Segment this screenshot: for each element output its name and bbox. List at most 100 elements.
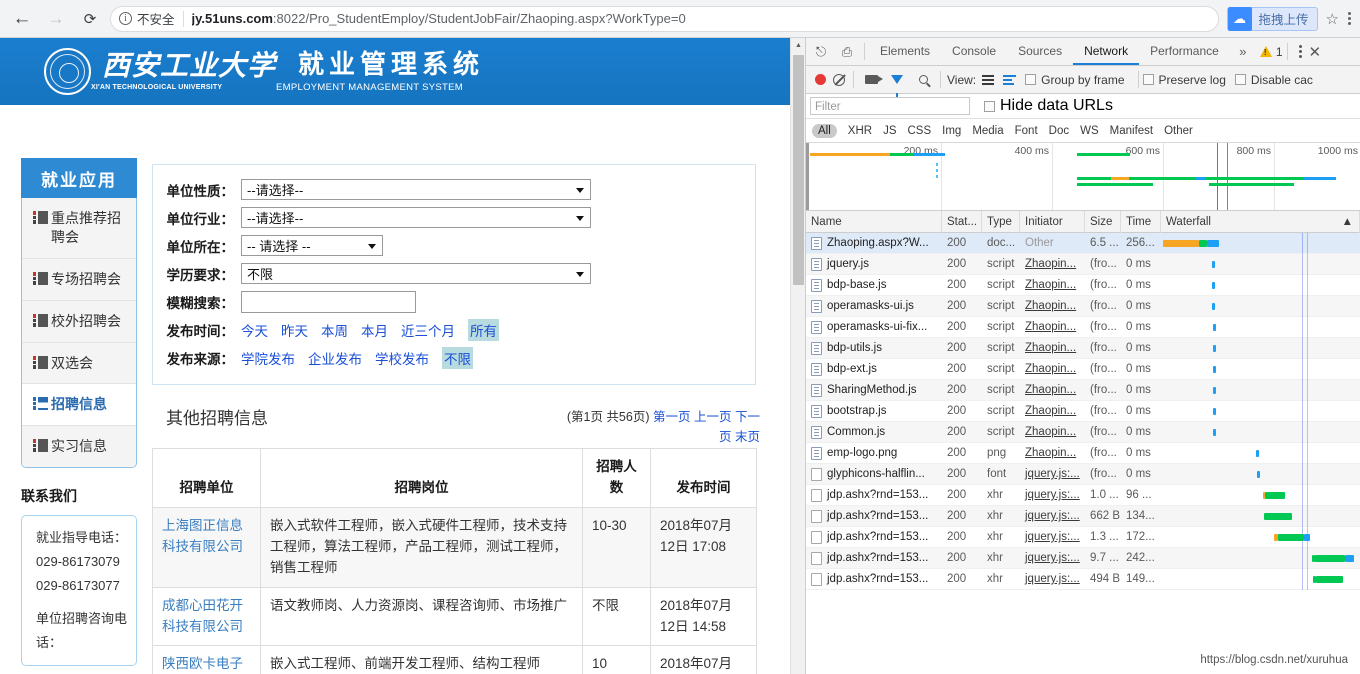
more-tabs-icon[interactable]: »: [1230, 39, 1256, 65]
network-request-row[interactable]: jdp.ashx?rnd=153... 200 xhr jquery.js:... 66…: [806, 505, 1360, 527]
baidu-upload-extension-button[interactable]: ☁ 拖拽上传: [1226, 6, 1318, 31]
publish-time-option-yesterday[interactable]: 昨天: [281, 320, 308, 340]
network-request-row[interactable]: bdp-utils.js 200 script Zhaopin... (fro... 0 …: [806, 337, 1360, 359]
table-row[interactable]: 陕西欧卡电子智能科技有限公司 嵌入式工程师、前端开发工程师、结构工程师 10 2…: [152, 645, 757, 674]
scrollbar-thumb[interactable]: [793, 55, 804, 285]
tab-performance[interactable]: Performance: [1139, 38, 1230, 65]
source-option-unlimited[interactable]: 不限: [442, 346, 473, 369]
device-toolbar-icon[interactable]: ⎙: [834, 39, 860, 65]
publish-time-option-three-months[interactable]: 近三个月: [401, 320, 455, 340]
network-request-row[interactable]: Common.js 200 script Zhaopin... (fro... 0 ms: [806, 421, 1360, 443]
warning-badge[interactable]: 1: [1259, 45, 1283, 59]
inspect-element-icon[interactable]: ⎋: [808, 39, 834, 65]
page-scrollbar[interactable]: ▲: [790, 38, 805, 674]
tab-elements[interactable]: Elements: [869, 38, 941, 65]
initiator-link[interactable]: Zhaopin...: [1025, 405, 1076, 417]
search-icon[interactable]: [910, 67, 936, 93]
network-request-list[interactable]: Zhaoping.aspx?W... 200 doc... Other 6.5 ... 2…: [806, 232, 1360, 590]
tab-sources[interactable]: Sources: [1007, 38, 1073, 65]
hide-data-urls-checkbox[interactable]: Hide data URLs: [984, 97, 1113, 115]
sidebar-item-internship-info[interactable]: 实习信息: [22, 426, 136, 468]
initiator-link[interactable]: Zhaopin...: [1025, 426, 1076, 438]
table-row[interactable]: 成都心田花开科技有限公司 语文教师岗、人力资源岗、课程咨询师、市场推广 不限 2…: [152, 586, 757, 647]
pager-last[interactable]: 末页: [735, 430, 760, 444]
scroll-up-icon[interactable]: ▲: [791, 38, 805, 53]
publish-time-option-all[interactable]: 所有: [468, 318, 499, 341]
sidebar-item-job-info[interactable]: 招聘信息: [22, 384, 136, 427]
network-filter-input[interactable]: Filter: [810, 97, 970, 115]
preserve-log-checkbox[interactable]: Preserve log: [1142, 73, 1226, 87]
sidebar-item-offcampus-fair[interactable]: 校外招聘会: [22, 300, 136, 343]
clear-icon[interactable]: [833, 73, 845, 86]
initiator-link[interactable]: jquery.js:...: [1025, 510, 1080, 522]
type-filter-font[interactable]: Font: [1015, 125, 1038, 137]
column-header-name[interactable]: Name: [806, 210, 942, 233]
network-request-row[interactable]: jdp.ashx?rnd=153... 200 xhr jquery.js:... 1.…: [806, 484, 1360, 506]
browser-menu-icon[interactable]: [1348, 12, 1351, 25]
network-request-row[interactable]: bdp-base.js 200 script Zhaopin... (fro... 0 m…: [806, 274, 1360, 296]
initiator-link[interactable]: Zhaopin...: [1025, 363, 1076, 375]
network-request-row[interactable]: Zhaoping.aspx?W... 200 doc... Other 6.5 ... 2…: [806, 232, 1360, 254]
reload-button[interactable]: ⟳: [76, 5, 104, 33]
network-request-row[interactable]: bootstrap.js 200 script Zhaopin... (fro... 0 …: [806, 400, 1360, 422]
type-filter-doc[interactable]: Doc: [1049, 125, 1069, 137]
pager-first[interactable]: 第一页: [653, 410, 691, 424]
initiator-link[interactable]: Zhaopin...: [1025, 321, 1076, 333]
list-view-icon[interactable]: [982, 74, 995, 85]
address-bar[interactable]: i 不安全 jy.51uns.com:8022/Pro_StudentEmplo…: [110, 5, 1219, 32]
sidebar-item-double-selection[interactable]: 双选会: [22, 342, 136, 385]
type-filter-media[interactable]: Media: [972, 125, 1003, 137]
initiator-link[interactable]: Zhaopin...: [1025, 342, 1076, 354]
site-info-icon[interactable]: i: [119, 12, 132, 25]
screenshot-camera-icon[interactable]: [858, 67, 884, 93]
initiator-link[interactable]: jquery.js:...: [1025, 552, 1080, 564]
type-filter-img[interactable]: Img: [942, 125, 961, 137]
initiator-link[interactable]: Zhaopin...: [1025, 258, 1076, 270]
pager-prev[interactable]: 上一页: [694, 410, 732, 424]
source-option-college[interactable]: 学院发布: [241, 348, 295, 368]
record-icon[interactable]: [815, 74, 826, 85]
network-request-row[interactable]: jdp.ashx?rnd=153... 200 xhr jquery.js:... 9.…: [806, 547, 1360, 569]
network-request-row[interactable]: SharingMethod.js 200 script Zhaopin... (fro.…: [806, 379, 1360, 401]
devtools-menu-icon[interactable]: [1298, 45, 1302, 58]
table-row[interactable]: 上海图正信息科技有限公司 嵌入式软件工程师，嵌入式硬件工程师，技术支持工程师，算…: [152, 506, 757, 588]
column-header-initiator[interactable]: Initiator: [1020, 210, 1085, 233]
type-filter-ws[interactable]: WS: [1080, 125, 1099, 137]
initiator-link[interactable]: Zhaopin...: [1025, 384, 1076, 396]
unit-nature-select[interactable]: --请选择--: [241, 179, 591, 200]
unit-industry-select[interactable]: --请选择--: [241, 207, 591, 228]
tab-network[interactable]: Network: [1073, 38, 1140, 65]
column-header-status[interactable]: Stat...: [942, 210, 982, 233]
network-request-row[interactable]: operamasks-ui-fix... 200 script Zhaopin... (…: [806, 316, 1360, 338]
type-filter-other[interactable]: Other: [1164, 125, 1193, 137]
group-by-frame-checkbox[interactable]: Group by frame: [1025, 73, 1125, 87]
sidebar-item-key-recommend-fair[interactable]: 重点推荐招聘会: [22, 198, 136, 259]
publish-time-option-this-week[interactable]: 本周: [321, 320, 348, 340]
bookmark-star-icon[interactable]: ☆: [1326, 10, 1339, 28]
column-header-size[interactable]: Size: [1085, 210, 1121, 233]
initiator-link[interactable]: jquery.js:...: [1025, 531, 1080, 543]
disable-cache-checkbox[interactable]: Disable cac: [1234, 73, 1313, 87]
initiator-link[interactable]: Zhaopin...: [1025, 447, 1076, 459]
network-request-row[interactable]: jdp.ashx?rnd=153... 200 xhr jquery.js:... 49…: [806, 568, 1360, 590]
company-link[interactable]: 成都心田花开科技有限公司: [162, 598, 243, 634]
column-header-time[interactable]: Time: [1121, 210, 1161, 233]
initiator-link[interactable]: Zhaopin...: [1025, 279, 1076, 291]
initiator-link[interactable]: Zhaopin...: [1025, 300, 1076, 312]
type-filter-manifest[interactable]: Manifest: [1110, 125, 1153, 137]
network-request-row[interactable]: jdp.ashx?rnd=153... 200 xhr jquery.js:... 1.…: [806, 526, 1360, 548]
source-option-school[interactable]: 学校发布: [375, 348, 429, 368]
type-filter-all[interactable]: All: [812, 123, 837, 138]
column-header-waterfall[interactable]: Waterfall: [1166, 211, 1211, 233]
initiator-link[interactable]: jquery.js:...: [1025, 573, 1080, 585]
company-link[interactable]: 上海图正信息科技有限公司: [162, 518, 243, 554]
publish-time-option-today[interactable]: 今天: [241, 320, 268, 340]
sort-ascending-icon[interactable]: ▲: [1342, 211, 1353, 233]
close-icon[interactable]: ✕: [1309, 43, 1322, 61]
back-button[interactable]: ←: [8, 5, 36, 33]
type-filter-css[interactable]: CSS: [907, 125, 931, 137]
initiator-link[interactable]: jquery.js:...: [1025, 489, 1080, 501]
column-header-type[interactable]: Type: [982, 210, 1020, 233]
type-filter-xhr[interactable]: XHR: [848, 125, 872, 137]
source-option-enterprise[interactable]: 企业发布: [308, 348, 362, 368]
